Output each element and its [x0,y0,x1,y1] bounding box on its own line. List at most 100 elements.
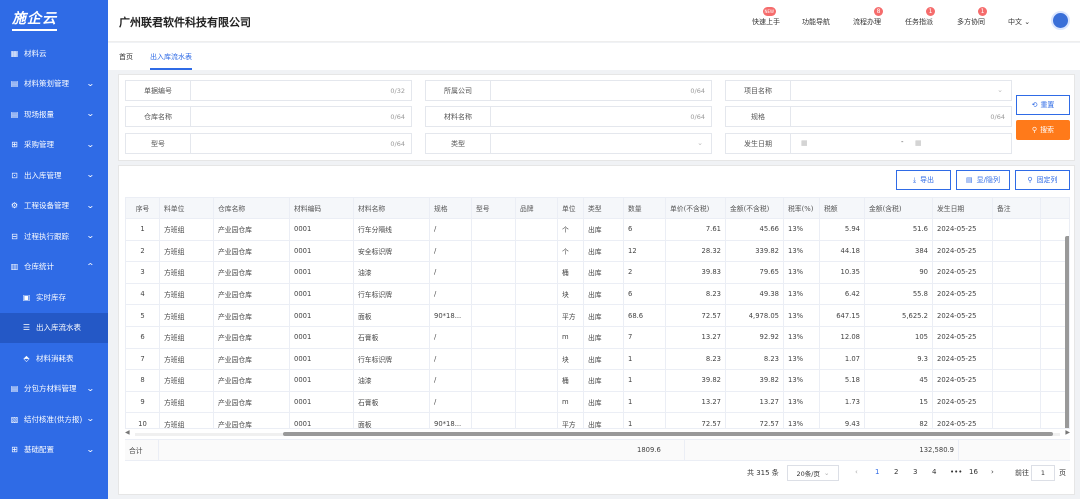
language-select[interactable]: 中文 ⌄ [1008,17,1030,27]
notification-badge: 1 [978,7,987,16]
column-header[interactable]: 金额(不含税) [726,198,784,218]
chevron-down-icon: ⌄ [86,109,96,118]
table-cell [516,240,558,262]
spec-field[interactable]: 规格 0/64 [725,106,1012,127]
page-number[interactable]: 2 [894,468,898,476]
table-cell: 13% [784,262,820,283]
table-row[interactable]: 4 方班组 产业园仓库 0001 行车标识牌 / 块出库 6 8.23 49.38 13% 6.42 5… [126,283,1069,306]
column-header[interactable]: 规格 [430,198,472,218]
table-row[interactable]: 6 方班组 产业园仓库 0001 石膏板 / m 出库 7 13.27 92.92 13% 12.08 1… [126,327,1069,349]
bill-no-field[interactable]: 单据编号 0/32 [125,80,412,101]
chevron-down-icon: ⌄ [86,414,96,423]
project-select[interactable]: 项目名称 ⌄ [725,80,1012,101]
toggle-columns-button[interactable]: ▤ 显/隐列 [956,170,1010,190]
column-header[interactable]: 品牌 [516,198,558,218]
scroll-thumb[interactable] [283,432,1053,436]
sidebar-item-4[interactable]: ⊡ 出入库管理 ⌄ [0,160,108,191]
table-row[interactable]: 5 方班组 产业园仓库 0001 面板 90*18... 平方 出库 68.6 72.57 4,97… [126,305,1069,327]
calendar-icon: ▦ [915,139,922,147]
header-button-4[interactable]: 多方协同 1 [957,7,987,27]
type-select[interactable]: 类型 ⌄ [425,133,712,154]
scroll-right-icon[interactable]: ▶ [1065,429,1070,436]
search-button[interactable]: ⚲ 搜索 [1016,120,1070,140]
sidebar-item-6[interactable]: ⊟ 过程执行跟踪 ⌄ [0,221,108,252]
column-header[interactable]: 发生日期 [933,198,993,218]
table-cell: 方班组 [160,219,214,240]
warehouse-field[interactable]: 仓库名称 0/64 [125,106,412,127]
header-button-1[interactable]: 功能导航 [802,17,830,27]
table-cell: 0001 [290,219,354,240]
table-row[interactable]: 10 方班组 产业园仓库 0001 面板 90*18... 平方 出库 1 72.57 72.57 1… [126,413,1069,428]
header-button-3[interactable]: 任务指派 1 [905,7,935,27]
date-range-field[interactable]: 发生日期 ▦ - ▦ [725,133,1012,154]
table-row[interactable]: 8 方班组 产业园仓库 0001 油漆 / 桶出库 1 39.82 39.82 13% 5.18 45 2… [126,370,1069,392]
column-header[interactable]: 金额(含税) [865,198,933,218]
avatar[interactable] [1051,11,1070,30]
sidebar-item-2[interactable]: ▤ 现场报量 ⌄ [0,99,108,130]
sidebar-item-13[interactable]: ⊞ 基础配置 ⌄ [0,435,108,466]
model-field[interactable]: 型号 0/64 [125,133,412,154]
column-header[interactable]: 单位 [558,198,584,218]
sidebar-item-12[interactable]: ▧ 结付核准(供方报) ⌄ [0,404,108,435]
material-field[interactable]: 材料名称 0/64 [425,106,712,127]
column-header[interactable]: 材料名称 [354,198,430,218]
table-cell: 油漆 [354,370,430,391]
page-number[interactable]: 16 [969,468,978,476]
vertical-scrollbar[interactable] [1065,236,1069,428]
table-cell: 39.82 [726,370,784,391]
sidebar-item-7[interactable]: ▥ 仓库统计 ⌃ [0,252,108,283]
reset-button[interactable]: ⟲ 重置 [1016,95,1070,115]
column-header[interactable]: 材料编码 [290,198,354,218]
tab-current[interactable]: 出入库流水表 [150,52,192,70]
page-number[interactable]: 3 [913,468,917,476]
table-cell [993,327,1041,348]
tab-home[interactable]: 首页 [119,52,133,62]
sidebar-item-5[interactable]: ⚙ 工程设备管理 ⌄ [0,191,108,222]
table-cell: 个 [558,240,584,262]
goto-input[interactable]: 1 [1031,465,1055,481]
export-button[interactable]: ⤓ 导出 [896,170,951,190]
table-row[interactable]: 2 方班组 产业园仓库 0001 安全标识牌 / 个出库 12 28.32 339.82 13% 44… [126,240,1069,263]
sidebar-item-10[interactable]: ⬘ 材料消耗表 [0,343,108,374]
table-cell: 2024-05-25 [933,370,993,391]
table-cell: 105 [865,327,933,348]
column-header[interactable]: 仓库名称 [214,198,290,218]
more-pages-icon[interactable]: ••• [950,468,962,476]
column-header[interactable]: 类型 [584,198,624,218]
table-row[interactable]: 7 方班组 产业园仓库 0001 行车标识牌 / 块出库 1 8.23 8.23 13% 1.07 9.… [126,348,1069,371]
sidebar-item-1[interactable]: ▤ 材料策划管理 ⌄ [0,69,108,100]
sidebar-item-11[interactable]: ▤ 分包方材料管理 ⌄ [0,374,108,405]
column-header[interactable]: 税额 [820,198,865,218]
sidebar-item-9[interactable]: ☰ 出入库流水表 [0,312,108,343]
column-header[interactable]: 料单位 [160,198,214,218]
sidebar-item-0[interactable]: ▦ 材料云 [0,38,108,69]
header-button-2[interactable]: 流程办理 8 [853,7,883,27]
horizontal-scrollbar[interactable]: ◀ ▶ [125,429,1070,437]
table-cell [516,219,558,240]
page-number[interactable]: 4 [932,468,936,476]
column-header[interactable]: 单价(不含税) [666,198,726,218]
next-page-icon[interactable]: › [991,468,994,476]
table-row[interactable]: 1 方班组 产业园仓库 0001 行车分隔线 / 个出库 6 7.61 45.66 13% 5.94 5… [126,219,1069,241]
column-header[interactable]: 备注 [993,198,1041,218]
sidebar-item-3[interactable]: ⊞ 采购管理 ⌄ [0,130,108,161]
table-cell: 2024-05-25 [933,327,993,348]
table-cell: 出库 [584,370,624,391]
table-cell [472,348,516,370]
header-button-0[interactable]: 快速上手 NEW [752,7,780,27]
page-number[interactable]: 1 [875,468,879,476]
column-header[interactable]: 数量 [624,198,666,218]
table-row[interactable]: 3 方班组 产业园仓库 0001 油漆 / 桶出库 2 39.83 79.65 13% 10.35 90… [126,262,1069,284]
char-count: 0/64 [390,140,405,148]
company-field[interactable]: 所属公司 0/64 [425,80,712,101]
table-row[interactable]: 9 方班组 产业园仓库 0001 石膏板 / m 出库 1 13.27 13.27 13% 1.73 15… [126,391,1069,414]
prev-page-icon[interactable]: ‹ [855,468,858,476]
column-header[interactable]: 税率(%) [784,198,820,218]
scroll-left-icon[interactable]: ◀ [125,429,130,436]
sidebar-item-8[interactable]: ▣ 实时库存 [0,282,108,313]
column-header[interactable]: 序号 [126,198,160,218]
fix-columns-button[interactable]: ⚲ 固定列 [1015,170,1070,190]
page-size-select[interactable]: 20条/页 ⌄ [787,465,839,481]
table-cell: 产业园仓库 [214,413,290,428]
column-header[interactable]: 型号 [472,198,516,218]
